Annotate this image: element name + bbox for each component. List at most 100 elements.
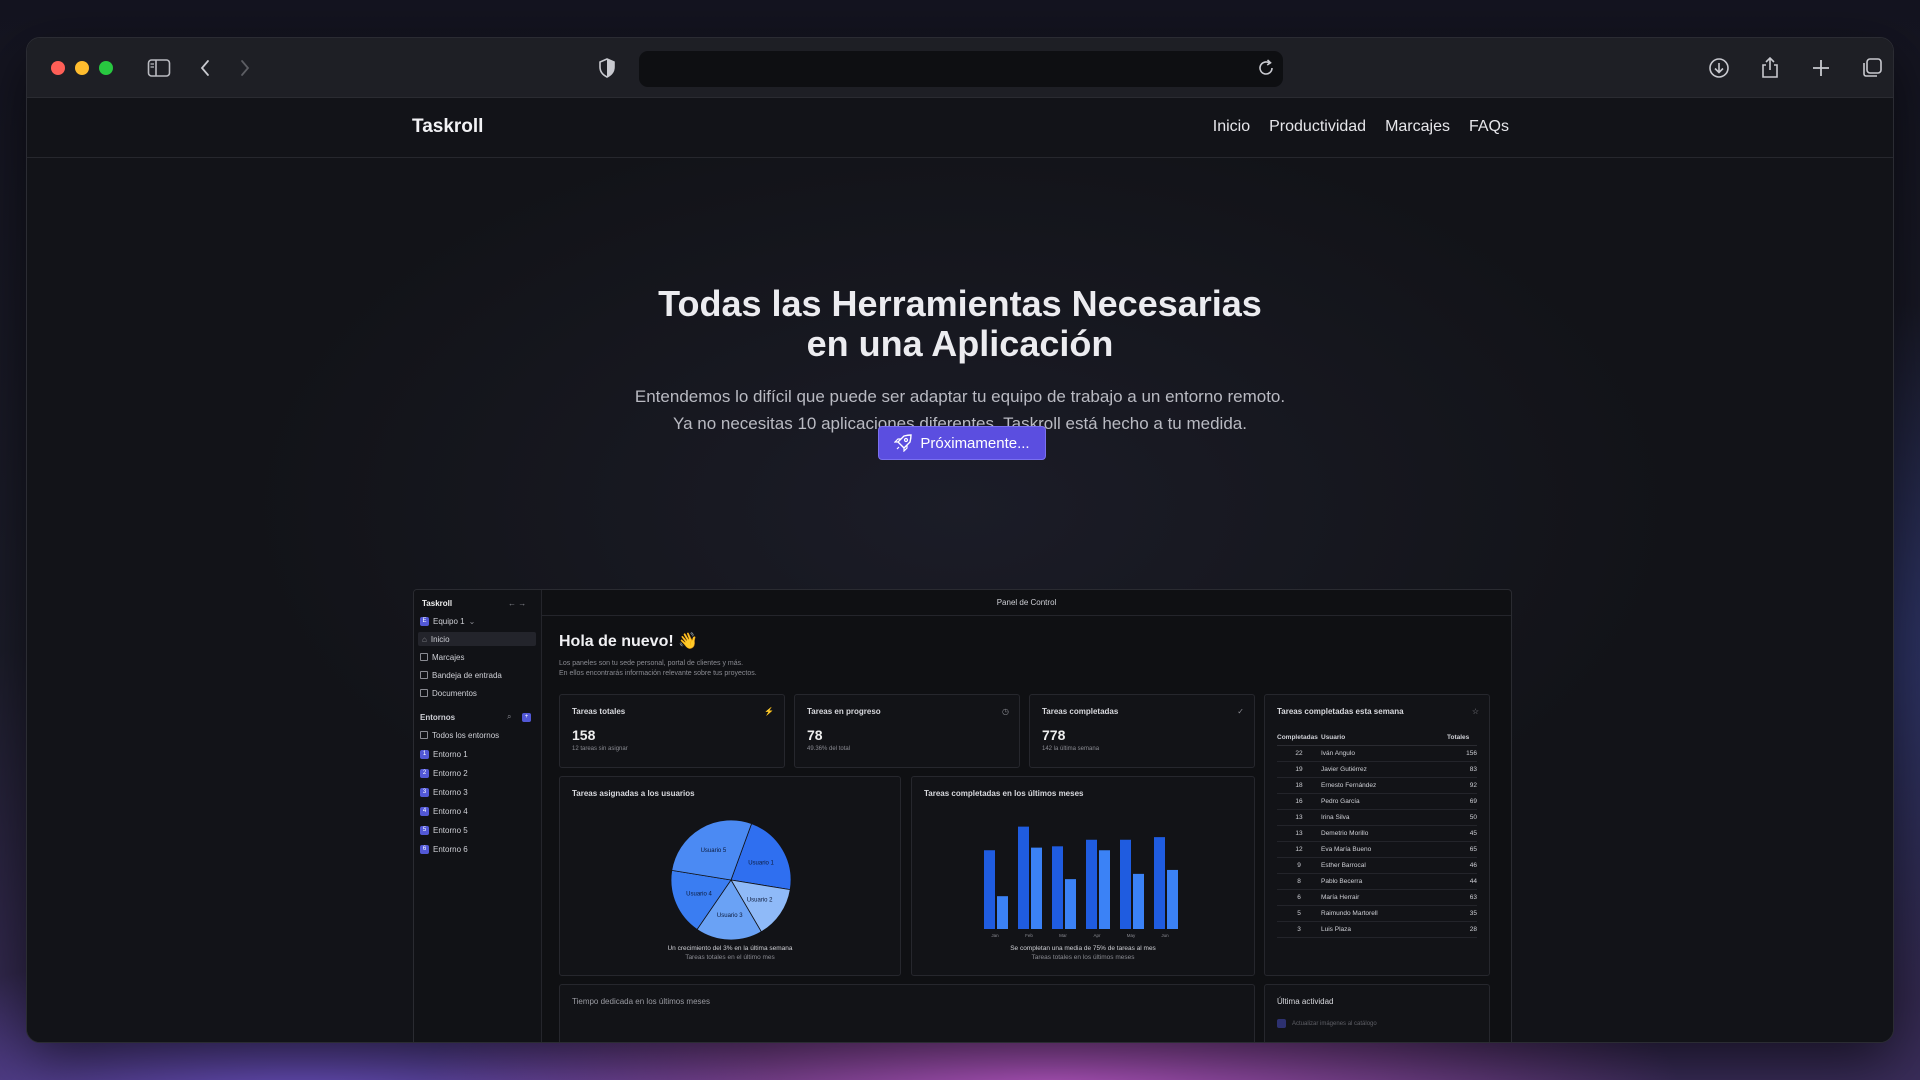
sidebar-item-env-4[interactable]: 4 Entorno 4 — [420, 804, 468, 818]
sidebar-item-label: Entorno 6 — [433, 844, 468, 854]
table-cell: 13 — [1277, 809, 1321, 826]
sidebar-item-label: Entorno 2 — [433, 768, 468, 778]
sidebar-item-env-3[interactable]: 3 Entorno 3 — [420, 785, 468, 799]
bar[interactable] — [1086, 839, 1097, 929]
table-cell: 65 — [1447, 841, 1477, 858]
table-row[interactable]: 13 Demetrio Morillo 45 — [1277, 825, 1477, 842]
bar[interactable] — [997, 896, 1008, 929]
table-cell: Pablo Becerra — [1321, 873, 1447, 890]
bar[interactable] — [1099, 850, 1110, 929]
sidebar-item-label: Entorno 1 — [433, 749, 468, 759]
sidebar-item-label: Marcajes — [432, 652, 465, 662]
bar[interactable] — [1154, 837, 1165, 929]
pie-slice-label: Usuario 5 — [701, 848, 727, 854]
table-cell: 28 — [1447, 921, 1477, 938]
stat-sub: 12 tareas sin asignar — [572, 746, 628, 752]
time-spent-card: Tiempo dedicada en los últimos meses — [559, 984, 1255, 1042]
weekly-table-body: 22 Iván Angulo 156 19 Javier Gutiérrez 83 18 Er… — [1277, 745, 1477, 938]
sidebar-item-env-2[interactable]: 2 Entorno 2 — [420, 766, 468, 780]
table-row[interactable]: 22 Iván Angulo 156 — [1277, 745, 1477, 762]
bar[interactable] — [1120, 839, 1131, 929]
address-bar[interactable] — [639, 51, 1283, 87]
dashboard-main: Panel de Control Hola de nuevo! 👋 Los pa… — [542, 590, 1511, 1042]
add-env-button[interactable]: + — [522, 710, 531, 724]
env-badge: 5 — [420, 825, 429, 835]
table-row[interactable]: 19 Javier Gutiérrez 83 — [1277, 761, 1477, 778]
table-row[interactable]: 12 Eva María Bueno 65 — [1277, 841, 1477, 858]
table-cell: 12 — [1277, 841, 1321, 858]
share-icon[interactable] — [1758, 56, 1782, 80]
table-row[interactable]: 18 Ernesto Fernández 92 — [1277, 777, 1477, 794]
bar[interactable] — [1018, 826, 1029, 929]
nav-link-inicio[interactable]: Inicio — [1213, 118, 1250, 136]
card-title: Tareas asignadas a los usuarios — [572, 789, 695, 798]
sidebar-item-bandeja[interactable]: Bandeja de entrada — [420, 668, 502, 682]
sidebar-item-env-1[interactable]: 1 Entorno 1 — [420, 747, 468, 761]
sidebar-toggle-icon[interactable] — [147, 56, 171, 80]
table-cell: Javier Gutiérrez — [1321, 761, 1447, 778]
env-badge: 4 — [420, 806, 429, 816]
bar-subcaption: Tareas totales en los últimos meses — [1031, 954, 1135, 961]
table-row[interactable]: 16 Pedro García 69 — [1277, 793, 1477, 810]
sidebar-collapse-icon: ← → — [508, 598, 527, 608]
stat-card-completed[interactable]: Tareas completadas ✓ 778 142 la última s… — [1029, 694, 1255, 768]
stat-card-progress[interactable]: Tareas en progreso ◷ 78 49.36% del total — [794, 694, 1020, 768]
back-icon[interactable] — [193, 56, 217, 80]
tab-overview-icon[interactable] — [1860, 56, 1884, 80]
sidebar-item-env-6[interactable]: 6 Entorno 6 — [420, 842, 468, 856]
table-cell: Irina Silva — [1321, 809, 1447, 826]
coming-soon-button[interactable]: Próximamente... — [878, 426, 1046, 460]
hero-title-line-1: Todas las Herramientas Necesarias — [658, 283, 1262, 324]
bar[interactable] — [1031, 847, 1042, 929]
sidebar-item-label: Inicio — [430, 634, 450, 644]
table-row[interactable]: 9 Esther Barrocal 46 — [1277, 857, 1477, 874]
table-row[interactable]: 8 Pablo Becerra 44 — [1277, 873, 1477, 890]
stat-card-total[interactable]: Tareas totales ⚡ 158 12 tareas sin asign… — [559, 694, 785, 768]
x-tick-label: Jun — [1161, 933, 1169, 938]
sidebar-item-documentos[interactable]: Documentos — [420, 686, 477, 700]
sidebar-item-inicio[interactable]: ⌂ Inicio — [418, 632, 536, 646]
minimize-window-button[interactable] — [75, 60, 89, 75]
team-selector[interactable]: E Equipo 1 ⌄ — [420, 614, 475, 628]
table-row[interactable]: 5 Raimundo Martorell 35 — [1277, 905, 1477, 922]
downloads-icon[interactable] — [1707, 56, 1731, 80]
reload-icon[interactable] — [1255, 57, 1277, 84]
card-title: Tareas completadas esta semana — [1277, 707, 1404, 716]
sidebar-item-env-5[interactable]: 5 Entorno 5 — [420, 823, 468, 837]
bar[interactable] — [984, 850, 995, 929]
forward-icon[interactable] — [233, 56, 257, 80]
table-cell: 45 — [1447, 825, 1477, 842]
hero-title-line-2: en una Aplicación — [806, 323, 1114, 364]
table-cell: Luis Plaza — [1321, 921, 1447, 938]
search-icon[interactable]: ⌕ — [507, 710, 511, 724]
close-window-button[interactable] — [51, 60, 65, 75]
table-row[interactable]: 13 Irina Silva 50 — [1277, 809, 1477, 826]
site-logo[interactable]: Taskroll — [412, 116, 483, 138]
star-icon[interactable]: ☆ — [1472, 707, 1479, 716]
zoom-window-button[interactable] — [99, 60, 113, 75]
bar[interactable] — [1052, 846, 1063, 929]
table-cell: 8 — [1277, 873, 1321, 890]
table-cell: 6 — [1277, 889, 1321, 906]
browser-toolbar — [27, 38, 1893, 98]
nav-link-marcajes[interactable]: Marcajes — [1385, 118, 1450, 136]
table-cell: Pedro García — [1321, 793, 1447, 810]
new-tab-icon[interactable] — [1809, 56, 1833, 80]
clock-icon — [420, 653, 428, 661]
table-cell: 3 — [1277, 921, 1321, 938]
table-row[interactable]: 6 María Herrair 63 — [1277, 889, 1477, 906]
nav-link-productividad[interactable]: Productividad — [1269, 118, 1366, 136]
nav-link-faqs[interactable]: FAQs — [1469, 118, 1509, 136]
stat-sub: 49.36% del total — [807, 746, 851, 752]
table-row[interactable]: 3 Luis Plaza 28 — [1277, 921, 1477, 938]
privacy-shield-icon[interactable] — [595, 56, 619, 80]
activity-item[interactable]: Actualizar imágenes al catálogo — [1277, 1019, 1377, 1028]
sidebar-item-all-envs[interactable]: Todos los entornos — [420, 728, 499, 742]
sidebar-item-marcajes[interactable]: Marcajes — [420, 650, 464, 664]
card-title: Última actividad — [1277, 997, 1334, 1006]
bar[interactable] — [1133, 873, 1144, 929]
bar[interactable] — [1167, 869, 1178, 929]
sidebar-item-label: Bandeja de entrada — [432, 670, 502, 680]
bar[interactable] — [1065, 879, 1076, 929]
table-cell: Eva María Bueno — [1321, 841, 1447, 858]
